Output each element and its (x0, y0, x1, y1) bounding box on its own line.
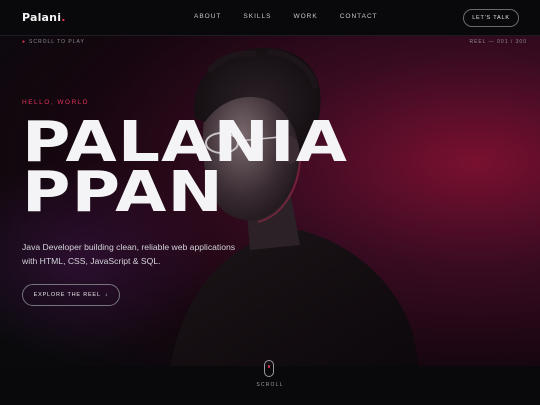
logo-text: Palani (22, 11, 62, 24)
logo-dot: . (61, 11, 66, 24)
nav-link-skills[interactable]: SKILLS (243, 13, 271, 20)
hero-eyebrow: HELLO, WORLD (22, 99, 90, 106)
lets-talk-button[interactable]: LET'S TALK (463, 9, 519, 27)
nav-link-about[interactable]: ABOUT (194, 13, 221, 20)
explore-reel-button[interactable]: EXPLORE THE REEL ↓ (22, 284, 120, 306)
top-navbar: Palani. ABOUT SKILLS WORK CONTACT LET'S … (0, 0, 540, 36)
nav-link-contact[interactable]: CONTACT (340, 13, 378, 20)
scroll-to-play-text: SCROLL TO PLAY (29, 39, 85, 45)
hero-description: Java Developer building clean, reliable … (22, 242, 236, 266)
brand-logo[interactable]: Palani. (22, 11, 66, 24)
scroll-to-play-label: ● SCROLL TO PLAY (22, 39, 85, 45)
reel-counter: REEL — 001 / 300 (469, 39, 527, 45)
mouse-wheel-indicator (268, 365, 270, 368)
explore-reel-label: EXPLORE THE REEL (33, 292, 101, 298)
bullet-icon: ● (22, 39, 27, 45)
scroll-label: SCROLL (256, 382, 284, 388)
nav-link-work[interactable]: WORK (293, 13, 317, 20)
arrow-down-icon: ↓ (104, 292, 109, 298)
main-nav: ABOUT SKILLS WORK CONTACT (194, 13, 400, 20)
mouse-scroll-icon[interactable] (264, 360, 274, 377)
hero-headline: PALANIA PPAN (22, 115, 348, 225)
headline-line-2: PPAN (22, 160, 224, 225)
